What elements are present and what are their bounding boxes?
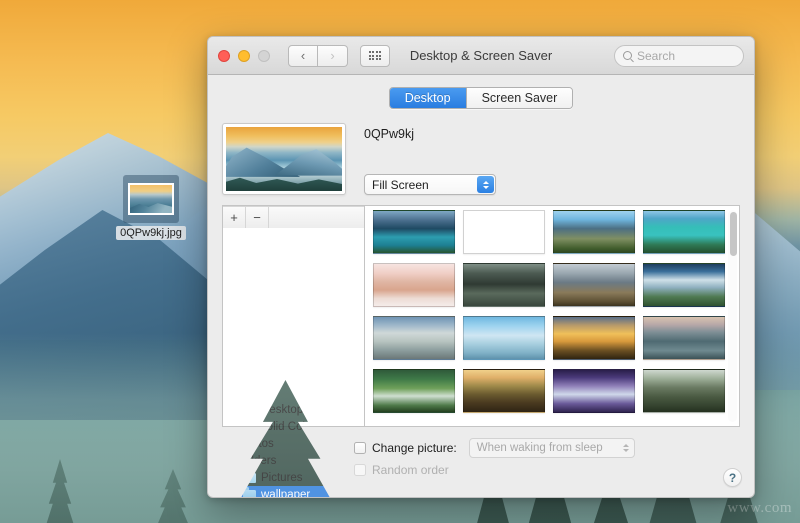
thumbnail-crater-lake-clouds[interactable] [643, 263, 725, 307]
selected-image-name: 0QPw9kj [364, 127, 496, 141]
traffic-lights [218, 50, 270, 62]
chevron-updown-icon [477, 176, 494, 193]
tab-screen-saver[interactable]: Screen Saver [467, 88, 573, 108]
grid-scrollbar-thumb[interactable] [730, 212, 737, 256]
thumbnail-geyser-hot-spring[interactable] [373, 316, 455, 360]
navigation-buttons: ‹ › [288, 45, 348, 67]
scaling-popup-button[interactable]: Fill Screen [364, 174, 496, 195]
change-picture-row: Change picture: When waking from sleep [354, 437, 740, 459]
preview-info: 0QPw9kj Fill Screen [364, 123, 496, 195]
sidebar-item-label: Apple [238, 387, 267, 399]
desktop-file-icon[interactable]: 0QPw9kj.jpg [112, 175, 190, 241]
search-icon [623, 51, 632, 60]
disclosure-triangle-icon[interactable]: ▼ [228, 389, 238, 397]
sidebar-item-desktop-pictures[interactable]: Desktop Pictures [223, 401, 348, 418]
close-button[interactable] [218, 50, 230, 62]
thumbnail-lone-tree-shallow-water[interactable] [463, 316, 545, 360]
change-interval-popup[interactable]: When waking from sleep [469, 438, 635, 458]
wallpaper-preview [222, 123, 346, 195]
change-picture-checkbox[interactable] [354, 442, 366, 454]
zoom-button [258, 50, 270, 62]
source-sidebar: ▼ Apple Desktop Pictures Solid Colors [222, 205, 364, 427]
search-input[interactable]: Search [614, 45, 744, 67]
file-icon-label: 0QPw9kj.jpg [116, 226, 186, 240]
random-order-row: Random order [354, 459, 740, 481]
thumbnail-grid [365, 205, 739, 421]
back-button[interactable]: ‹ [288, 45, 318, 67]
random-order-label: Random order [372, 463, 449, 477]
forward-button: › [318, 45, 348, 67]
file-icon-thumbnail [123, 175, 179, 223]
thumbnail-beach-sunset-shoreline[interactable] [463, 210, 545, 254]
thumbnail-mountain-valley-green[interactable] [553, 210, 635, 254]
thumbnail-waterfall-green-gorge[interactable] [373, 369, 455, 413]
thumbnail-grid-pane[interactable] [364, 205, 740, 427]
thumbnail-moon-fantasy-clouds[interactable] [553, 369, 635, 413]
help-button[interactable]: ? [723, 468, 742, 487]
folder-icon [243, 405, 256, 415]
tab-bar: Desktop Screen Saver [208, 75, 754, 119]
scaling-value: Fill Screen [372, 178, 429, 192]
desktop-background: www.com 0QPw9kj.jpg ‹ › Desktop & [0, 0, 800, 523]
sidebar-item-label: wallpaper [261, 489, 310, 499]
thumbnail-golden-sunrise-tree[interactable] [553, 316, 635, 360]
add-folder-button[interactable]: + [223, 207, 246, 228]
preview-image [226, 127, 342, 191]
window-titlebar[interactable]: ‹ › Desktop & Screen Saver Search [208, 37, 754, 75]
change-interval-value: When waking from sleep [477, 442, 603, 454]
search-placeholder: Search [637, 49, 675, 63]
sidebar-item-wallpaper[interactable]: wallpaper [223, 486, 348, 498]
sidebar-item-label: Pictures [261, 472, 303, 484]
source-browser: ▼ Apple Desktop Pictures Solid Colors [222, 205, 740, 427]
thumbnail-misty-forest-trees[interactable] [643, 369, 725, 413]
grid-dots-icon [369, 51, 382, 60]
preferences-window: ‹ › Desktop & Screen Saver Search Deskto… [207, 36, 755, 498]
chevron-updown-icon [623, 444, 629, 452]
random-order-checkbox [354, 464, 366, 476]
thumbnail-grey-mountain-ridge[interactable] [553, 263, 635, 307]
remove-folder-button[interactable]: − [246, 207, 269, 228]
change-picture-label: Change picture: [372, 441, 457, 455]
image-preview-icon [128, 183, 174, 215]
sidebar-item-apple[interactable]: ▼ Apple [223, 384, 348, 401]
thumbnail-snow-pink-peaks[interactable] [373, 263, 455, 307]
watermark-text: www.com [727, 500, 792, 517]
show-all-icon[interactable] [360, 45, 390, 67]
thumbnail-turquoise-lake-canyon[interactable] [373, 210, 455, 254]
preview-peak-right [275, 146, 342, 175]
desktop-panel: 0QPw9kj Fill Screen ▼ Apple [208, 119, 754, 491]
tab-desktop[interactable]: Desktop [390, 88, 467, 108]
thumbnail-lake-dusk-reflection[interactable] [643, 316, 725, 360]
sidebar-buttons: + − [223, 206, 364, 228]
preview-row: 0QPw9kj Fill Screen [222, 119, 740, 205]
sidebar-item-label: Desktop Pictures [261, 404, 348, 416]
minimize-button[interactable] [238, 50, 250, 62]
segmented-control: Desktop Screen Saver [389, 87, 574, 109]
thumbnail-redwood-valley-sunset[interactable] [463, 369, 545, 413]
thumbnail-forest-river-reflection[interactable] [463, 263, 545, 307]
thumbnail-tropical-island-lagoon[interactable] [643, 210, 725, 254]
folder-icon [243, 490, 256, 499]
